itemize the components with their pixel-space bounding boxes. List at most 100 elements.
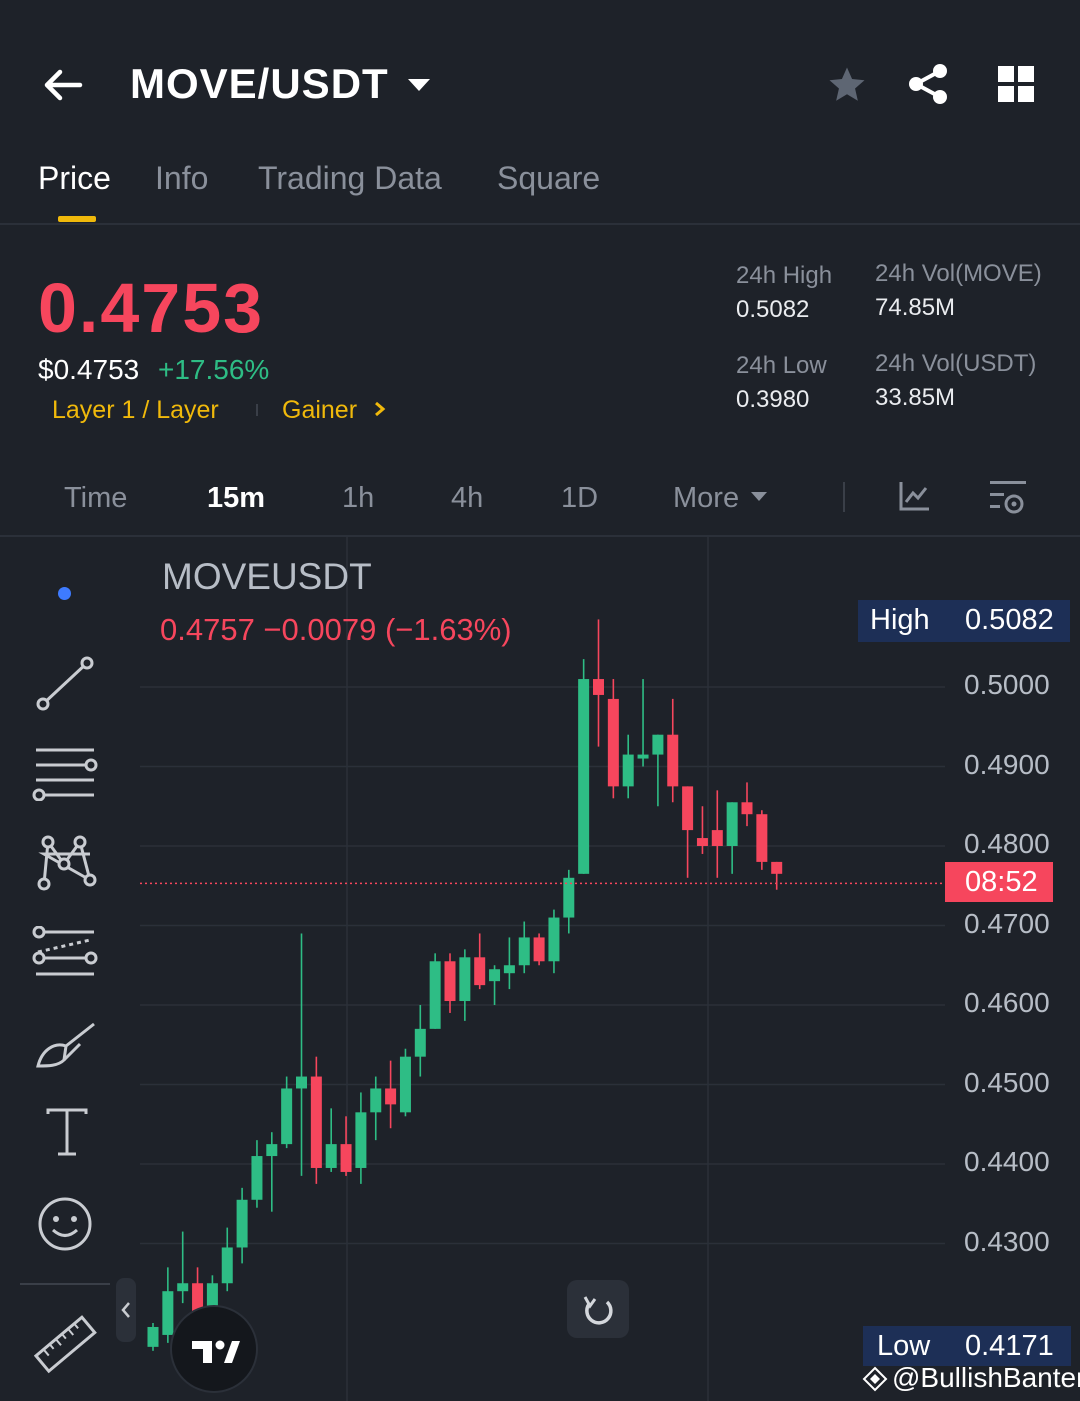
timeframe-1h[interactable]: 1h <box>342 482 374 515</box>
candle <box>489 965 501 1005</box>
more-dropdown-icon[interactable] <box>750 490 768 508</box>
usd-price: $0.4753 <box>38 354 140 385</box>
tab-price[interactable]: Price <box>38 160 111 197</box>
low-24h-label: 24h Low <box>736 352 827 379</box>
trend-line-tool-icon[interactable] <box>34 655 96 718</box>
candle <box>696 806 708 854</box>
fib-tool-icon[interactable] <box>32 925 98 987</box>
tradingview-logo[interactable] <box>170 1305 258 1393</box>
candle <box>444 953 456 1013</box>
candle <box>147 1323 159 1351</box>
toolbar-bottom-divider <box>20 1283 110 1285</box>
toolbar-divider <box>843 482 845 512</box>
chart-settings-icon[interactable] <box>988 478 1028 521</box>
reset-chart-button[interactable] <box>567 1280 629 1338</box>
pattern-tool-icon[interactable] <box>34 834 98 899</box>
candle <box>711 790 723 878</box>
candle-body <box>236 1199 248 1248</box>
favorite-star-icon[interactable] <box>826 64 868 111</box>
candle <box>459 949 471 1021</box>
candle <box>236 1187 248 1264</box>
candle <box>563 869 575 934</box>
active-tab-indicator <box>58 216 96 222</box>
candle <box>385 1060 397 1129</box>
candle <box>756 810 768 870</box>
timeframe-1d[interactable]: 1D <box>561 482 598 515</box>
share-icon[interactable] <box>906 62 950 111</box>
vol-move-label: 24h Vol(MOVE) <box>875 260 1042 287</box>
pair-title[interactable]: MOVE/USDT <box>130 60 389 108</box>
horizontal-lines-tool-icon[interactable] <box>32 745 98 806</box>
pair-dropdown-icon[interactable] <box>406 76 432 99</box>
candle <box>593 619 604 747</box>
candle-body <box>429 961 441 1029</box>
timeframe-time[interactable]: Time <box>64 482 127 515</box>
watermark-logo-icon <box>862 1366 888 1397</box>
candle-body <box>399 1056 411 1113</box>
candle-body <box>756 814 768 862</box>
collapse-toolbar-button[interactable] <box>116 1278 136 1342</box>
timeframe-15m[interactable]: 15m <box>207 482 265 515</box>
chevron-right-icon[interactable] <box>372 400 388 423</box>
candle-body <box>637 754 649 759</box>
vol-usdt-label: 24h Vol(USDT) <box>875 350 1037 377</box>
candle <box>340 1116 352 1176</box>
candle <box>355 1092 367 1184</box>
candle-body <box>177 1283 189 1292</box>
grid-menu-icon[interactable] <box>998 66 1036 109</box>
candle <box>682 786 694 878</box>
y-axis-label: 0.4700 <box>964 907 1050 939</box>
candle <box>771 861 783 890</box>
vol-move-value: 74.85M <box>875 294 956 321</box>
ruler-tool-icon[interactable] <box>33 1314 98 1381</box>
candle-body <box>607 698 619 787</box>
candle <box>622 734 634 799</box>
candle-body <box>622 754 634 787</box>
tab-trading-data[interactable]: Trading Data <box>258 160 442 197</box>
candle-body <box>726 802 738 846</box>
chart-symbol: MOVEUSDT <box>162 556 372 597</box>
category-tag[interactable]: Layer 1 / Layer <box>52 396 219 425</box>
high-marker: High 0.5082 <box>858 600 1070 642</box>
back-arrow-icon[interactable] <box>40 62 86 108</box>
candle-body <box>503 965 515 974</box>
candlestick-chart[interactable] <box>140 537 1080 1401</box>
candle-body <box>489 969 501 982</box>
low-marker-value: 0.4171 <box>965 1330 1054 1362</box>
candle-body <box>682 786 694 831</box>
candle <box>281 1076 293 1149</box>
candle <box>414 1005 426 1077</box>
gainer-tag[interactable]: Gainer <box>282 396 357 425</box>
text-tool-icon[interactable] <box>44 1108 90 1163</box>
low-24h-value: 0.3980 <box>736 386 810 413</box>
y-axis-label: 0.4500 <box>964 1066 1050 1098</box>
high-24h-value: 0.5082 <box>736 296 810 323</box>
candle-body <box>578 679 590 874</box>
candle <box>221 1227 233 1292</box>
y-axis-label: 0.4800 <box>964 828 1050 859</box>
candle-body <box>251 1156 263 1200</box>
tag-divider <box>256 404 258 416</box>
timeframe-4h[interactable]: 4h <box>451 482 483 515</box>
candle <box>251 1140 263 1208</box>
indicator-icon[interactable] <box>898 480 932 517</box>
tab-square[interactable]: Square <box>497 160 600 197</box>
candle <box>652 734 664 807</box>
candle-body <box>741 802 753 815</box>
candle <box>726 802 738 874</box>
low-marker-label: Low <box>877 1330 931 1362</box>
candle <box>474 933 486 990</box>
timeframe-more[interactable]: More <box>673 482 739 515</box>
candle-body <box>652 734 664 755</box>
candle-body <box>266 1144 278 1157</box>
brush-tool-icon[interactable] <box>34 1020 100 1077</box>
tab-info[interactable]: Info <box>155 160 208 197</box>
candle <box>399 1048 411 1117</box>
candle-body <box>711 830 723 846</box>
candle-body <box>310 1076 322 1168</box>
emoji-tool-icon[interactable] <box>36 1195 94 1258</box>
candle-body <box>281 1088 293 1145</box>
y-axis-label: 0.4900 <box>964 748 1050 780</box>
watermark: @BullishBanter <box>892 1362 1080 1393</box>
y-axis-label: 0.4300 <box>964 1225 1050 1257</box>
